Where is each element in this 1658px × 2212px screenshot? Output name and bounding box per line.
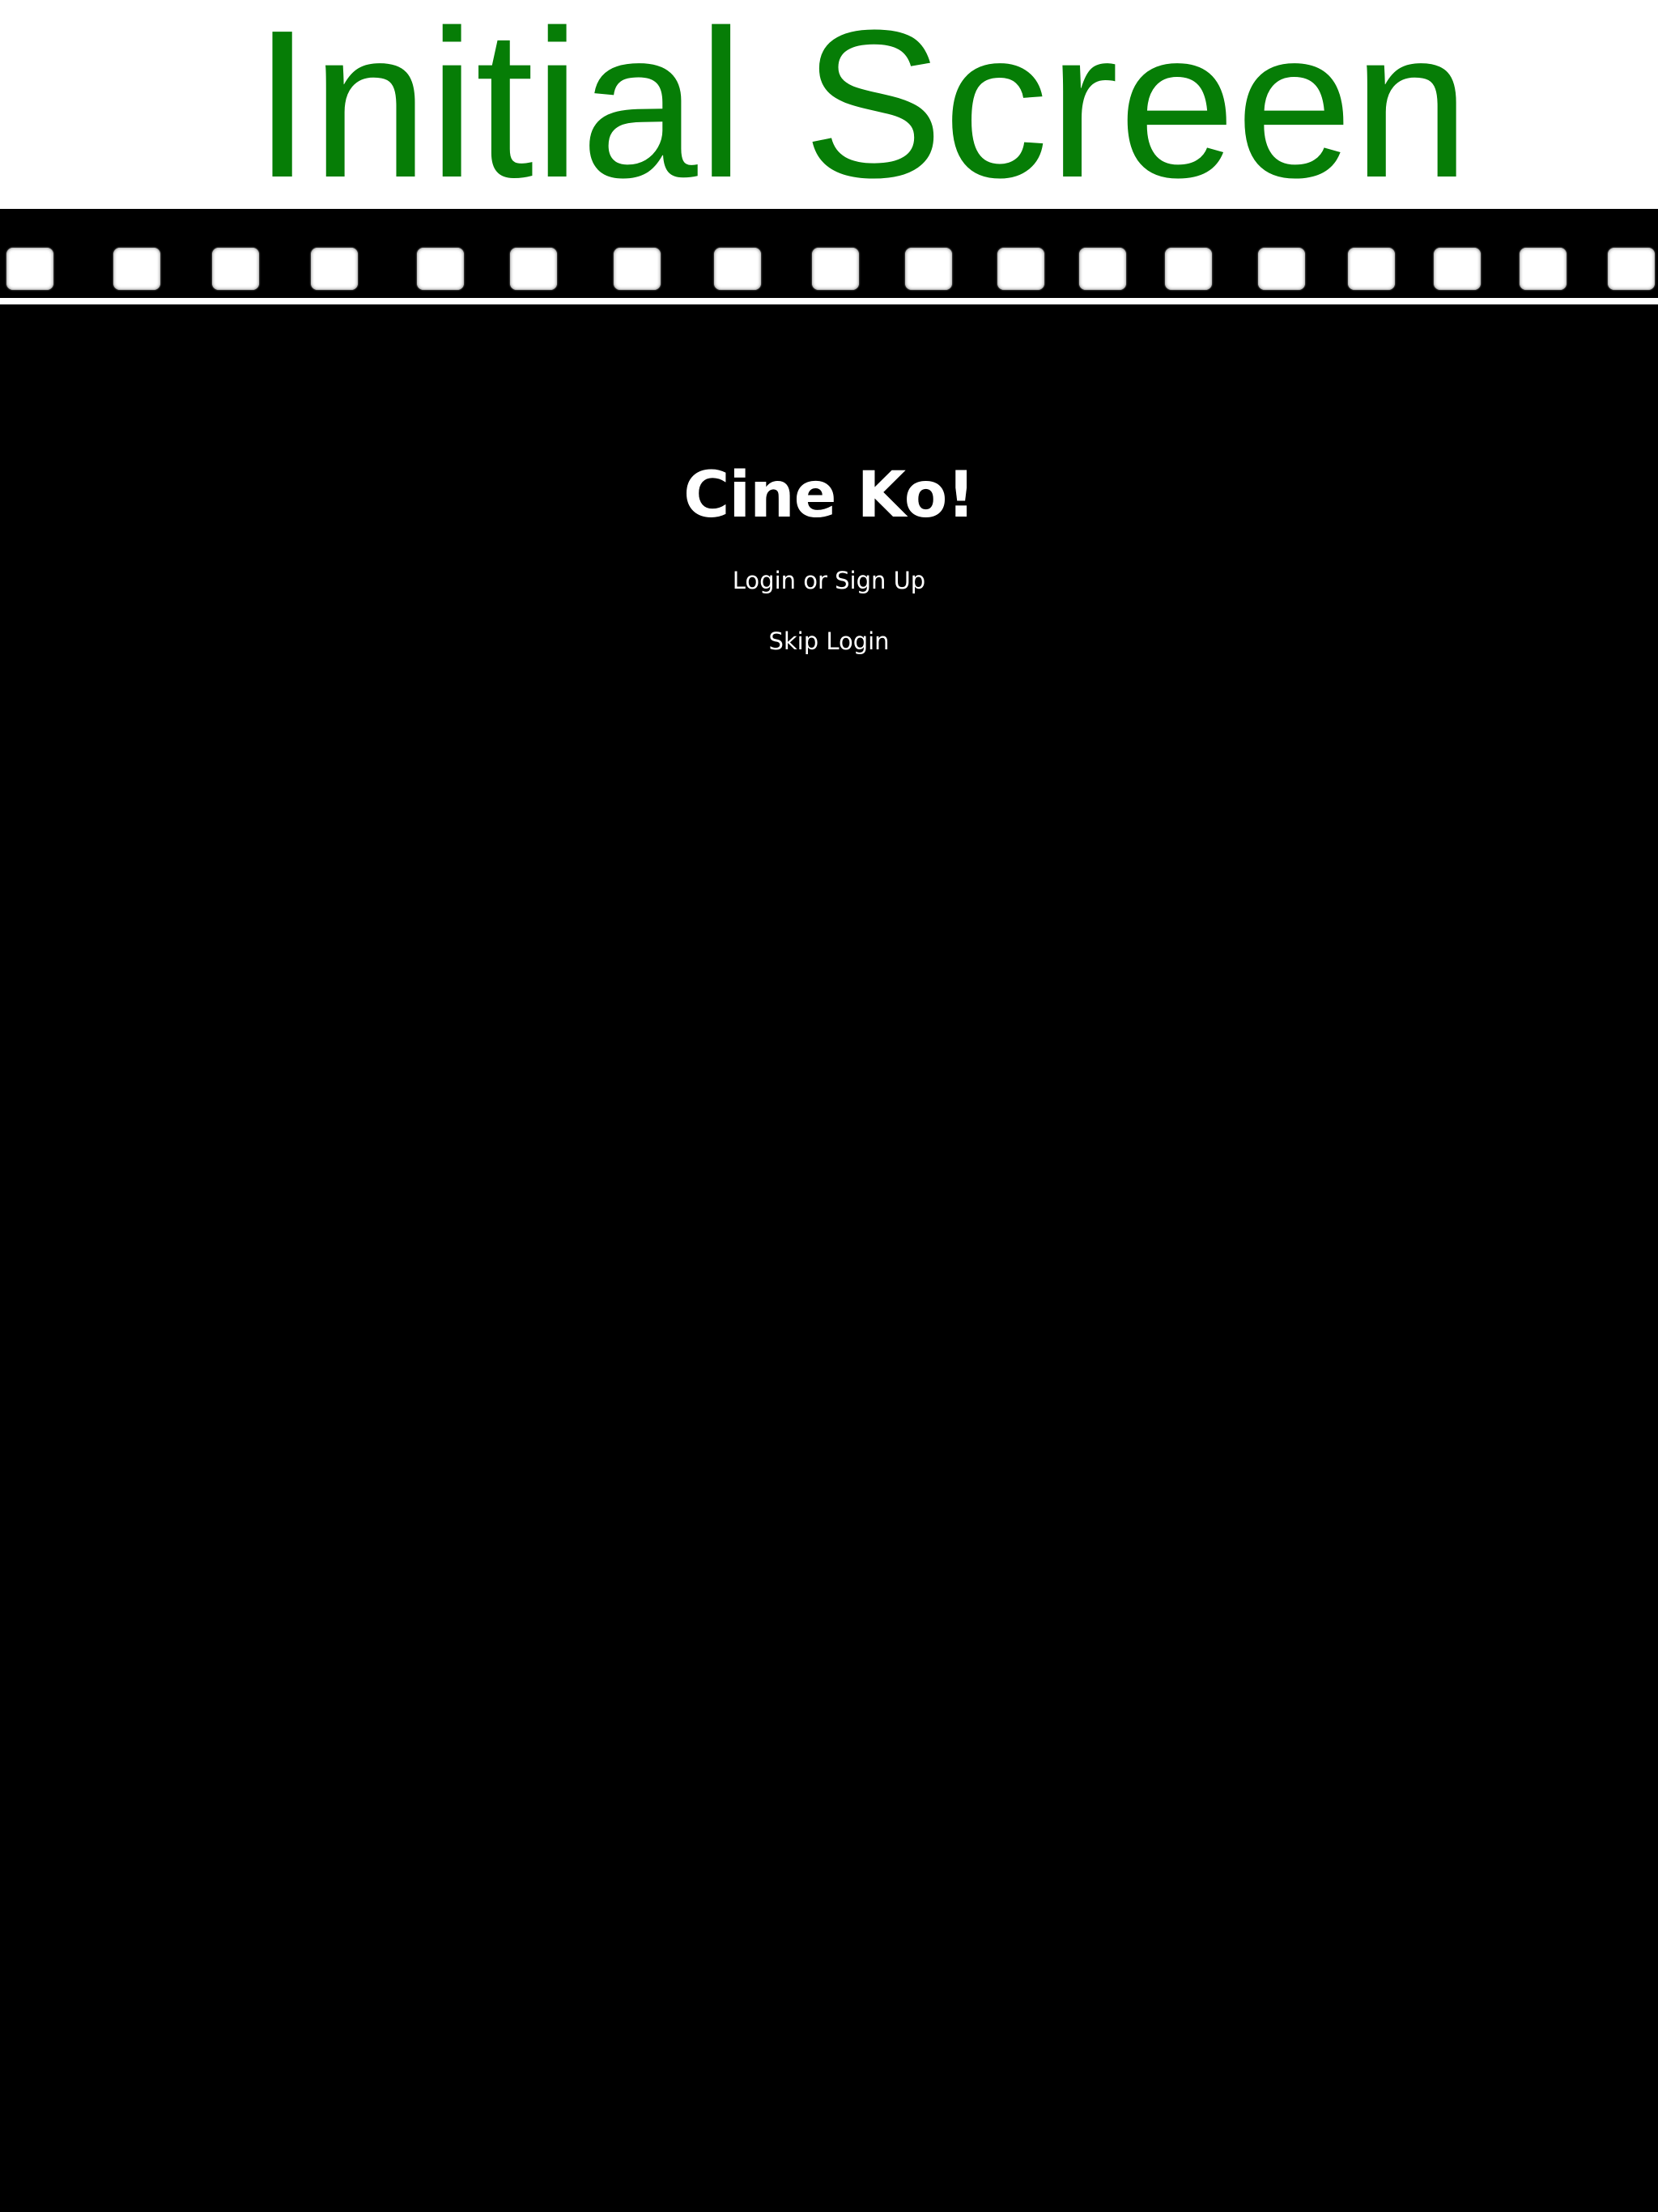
sprocket-hole-icon [1348, 248, 1395, 290]
sprocket-hole-icon [1520, 248, 1567, 290]
sprocket-hole-icon [997, 248, 1044, 290]
main-content: Cine Ko! Login or Sign Up Skip Login [0, 309, 1658, 2212]
sprocket-hole-icon [714, 248, 761, 290]
app-name-heading: Cine Ko! [683, 459, 976, 532]
sprocket-hole-icon [510, 248, 557, 290]
screen-header: Initial Screen [0, 0, 1658, 222]
sprocket-hole-icon [1165, 248, 1212, 290]
skip-login-button[interactable]: Skip Login [0, 627, 1658, 655]
sprocket-hole-icon [905, 248, 952, 290]
sprocket-hole-icon [1079, 248, 1126, 290]
sprocket-hole-icon [212, 248, 259, 290]
sprocket-hole-icon [1258, 248, 1305, 290]
sprocket-hole-icon [1434, 248, 1481, 290]
sprocket-hole-icon [614, 248, 661, 290]
login-signup-button[interactable]: Login or Sign Up [0, 567, 1658, 594]
sprocket-hole-icon [6, 248, 53, 290]
sprocket-hole-icon [812, 248, 859, 290]
sprocket-hole-icon [1608, 248, 1655, 290]
filmstrip-banner [0, 209, 1658, 309]
filmstrip-edge-line [0, 298, 1658, 304]
screen-title: Initial Screen [253, 0, 1470, 222]
sprocket-hole-icon [113, 248, 160, 290]
sprocket-hole-icon [417, 248, 464, 290]
sprocket-hole-icon [311, 248, 358, 290]
